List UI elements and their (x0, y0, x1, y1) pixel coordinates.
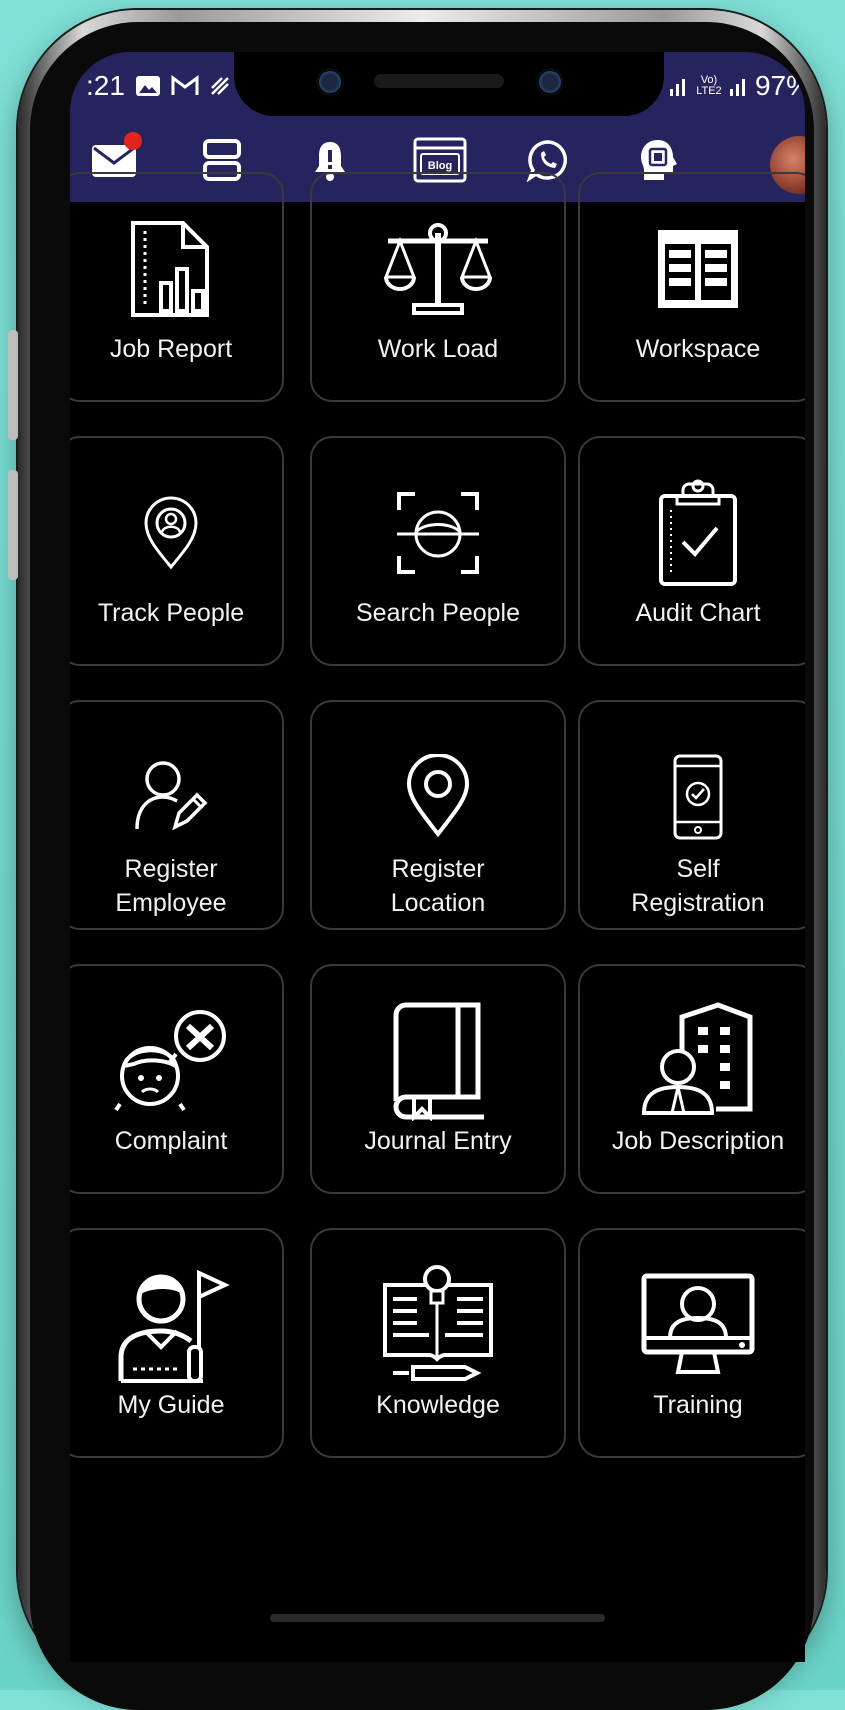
signal-icon (669, 79, 685, 96)
tile-job-description[interactable]: Job Description (578, 964, 805, 1194)
tile-work-load[interactable]: Work Load (310, 172, 566, 402)
tile-label: Track People (97, 599, 245, 627)
battery-level: 97% (754, 70, 805, 101)
workspace-icon (658, 230, 738, 308)
tile-label: Training (653, 1391, 743, 1419)
tile-label: Register Location (390, 855, 486, 917)
building-person-icon (641, 1002, 753, 1115)
tile-register-employee[interactable]: Register Employee (70, 700, 284, 930)
tile-track-people[interactable]: Track People (70, 436, 284, 666)
guide-flag-icon (118, 1269, 230, 1383)
tile-my-guide[interactable]: My Guide (70, 1228, 284, 1458)
tile-label: Work Load (377, 335, 499, 363)
clipboard-check-icon (659, 479, 737, 586)
complaint-icon (114, 1010, 226, 1112)
tile-search-people[interactable]: Search People (310, 436, 566, 666)
tile-label: Self Registration (631, 855, 765, 917)
track-pin-icon (144, 496, 198, 570)
front-camera (316, 68, 344, 96)
wifi-calling-icon (211, 77, 229, 95)
tile-knowledge[interactable]: Knowledge (310, 1228, 566, 1458)
earpiece (374, 74, 504, 88)
signal-icon-2 (729, 79, 745, 96)
gallery-icon (135, 76, 160, 96)
sensor (536, 68, 564, 96)
tile-label: Complaint (114, 1127, 228, 1155)
network-label: Vo) LTE2 (696, 74, 722, 97)
volume-down-button (8, 470, 18, 580)
user-edit-icon (135, 761, 208, 831)
tile-label: Job Report (109, 335, 233, 363)
tile-job-report[interactable]: Job Report (70, 172, 284, 402)
screen: :21 Vo) LTE2 97% Blog (70, 52, 805, 1662)
home-indicator[interactable] (270, 1614, 605, 1622)
tile-training[interactable]: Training (578, 1228, 805, 1458)
tile-journal-entry[interactable]: Journal Entry (310, 964, 566, 1194)
tile-label: Job Description (611, 1127, 785, 1155)
tile-register-location[interactable]: Register Location (310, 700, 566, 930)
phone-check-icon (673, 754, 723, 840)
volume-up-button (8, 330, 18, 440)
tile-audit-chart[interactable]: Audit Chart (578, 436, 805, 666)
face-scan-icon (397, 492, 479, 574)
gmail-icon (171, 75, 199, 95)
location-pin-icon (406, 754, 470, 838)
unread-badge (124, 132, 142, 150)
job-report-icon (131, 221, 209, 317)
tile-self-registration[interactable]: Self Registration (578, 700, 805, 930)
tile-complaint[interactable]: Complaint (70, 964, 284, 1194)
tile-label: Register Employee (115, 855, 227, 917)
journal-book-icon (393, 1002, 484, 1121)
tile-label: Journal Entry (364, 1127, 512, 1155)
status-bar: :21 Vo) LTE2 97% (70, 52, 805, 118)
blog-text: Blog (428, 160, 452, 172)
tile-label: Workspace (635, 335, 761, 363)
tile-label: My Guide (117, 1391, 225, 1419)
tile-label: Search People (355, 599, 520, 627)
scale-icon (383, 223, 493, 315)
tile-workspace[interactable]: Workspace (578, 172, 805, 402)
tile-label: Knowledge (376, 1391, 500, 1419)
tile-label: Audit Chart (635, 599, 761, 627)
knowledge-book-icon (383, 1265, 493, 1381)
status-time: :21 (86, 70, 125, 101)
training-monitor-icon (641, 1273, 755, 1374)
camera-notch (234, 52, 664, 116)
